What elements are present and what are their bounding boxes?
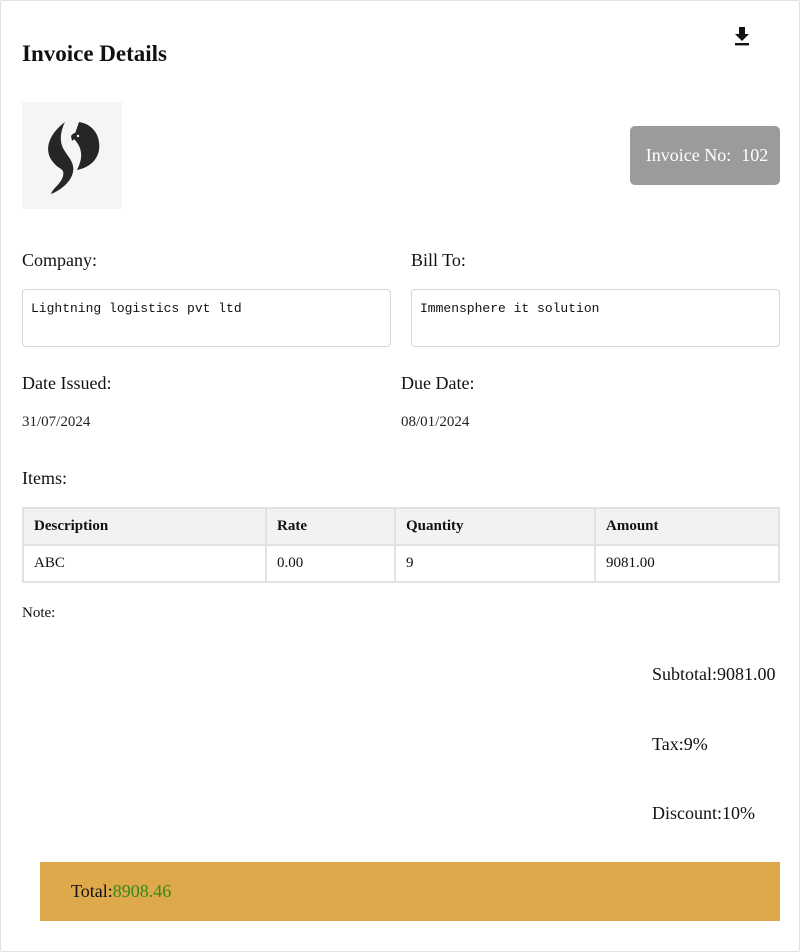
column-header-rate: Rate: [265, 507, 396, 546]
discount-line: Discount:10%: [652, 802, 755, 824]
tax-line: Tax:9%: [652, 733, 708, 755]
invoice-number-label: Invoice No:: [645, 145, 732, 165]
invoice-card: Invoice Details Invoice No: 102 Company:…: [0, 0, 800, 952]
invoice-number-badge: Invoice No: 102: [630, 126, 780, 185]
note-label: Note:: [22, 605, 56, 621]
date-issued-label: Date Issued:: [22, 373, 112, 393]
subtotal-line: Subtotal:9081.00: [652, 663, 776, 685]
column-header-quantity: Quantity: [394, 507, 596, 546]
column-header-amount: Amount: [594, 507, 780, 546]
tax-label: Tax:: [652, 734, 684, 754]
download-icon: [735, 27, 749, 46]
tax-value: 9%: [683, 734, 708, 754]
items-table: Description Rate Quantity Amount ABC 0.0…: [22, 507, 780, 583]
cell-amount: 9081.00: [594, 544, 780, 583]
download-button[interactable]: [727, 21, 757, 51]
invoice-number-value: 102: [741, 145, 769, 165]
discount-label: Discount:: [652, 803, 722, 823]
total-label: Total:: [71, 881, 113, 901]
phoenix-bird-logo: [48, 121, 100, 194]
due-date-label: Due Date:: [401, 373, 475, 393]
due-date-value: 08/01/2024: [401, 414, 470, 430]
subtotal-label: Subtotal:: [652, 664, 718, 684]
company-label: Company:: [22, 250, 97, 270]
bill-to-field[interactable]: Immensphere it solution: [411, 289, 780, 347]
discount-value: 10%: [722, 803, 755, 823]
total-value: 8908.46: [112, 881, 172, 901]
bill-to-label: Bill To:: [411, 250, 466, 270]
page-title: Invoice Details: [22, 41, 168, 66]
cell-rate: 0.00: [265, 544, 396, 583]
subtotal-value: 9081.00: [717, 664, 776, 684]
cell-description: ABC: [22, 544, 267, 583]
table-header-row: Description Rate Quantity Amount: [22, 507, 780, 546]
total-bar: Total: 8908.46: [40, 862, 780, 921]
cell-quantity: 9: [394, 544, 596, 583]
column-header-description: Description: [22, 507, 267, 546]
company-field[interactable]: Lightning logistics pvt ltd: [22, 289, 391, 347]
company-logo: [22, 102, 122, 209]
items-label: Items:: [22, 468, 67, 488]
table-row: ABC 0.00 9 9081.00: [22, 544, 780, 583]
date-issued-value: 31/07/2024: [22, 414, 91, 430]
